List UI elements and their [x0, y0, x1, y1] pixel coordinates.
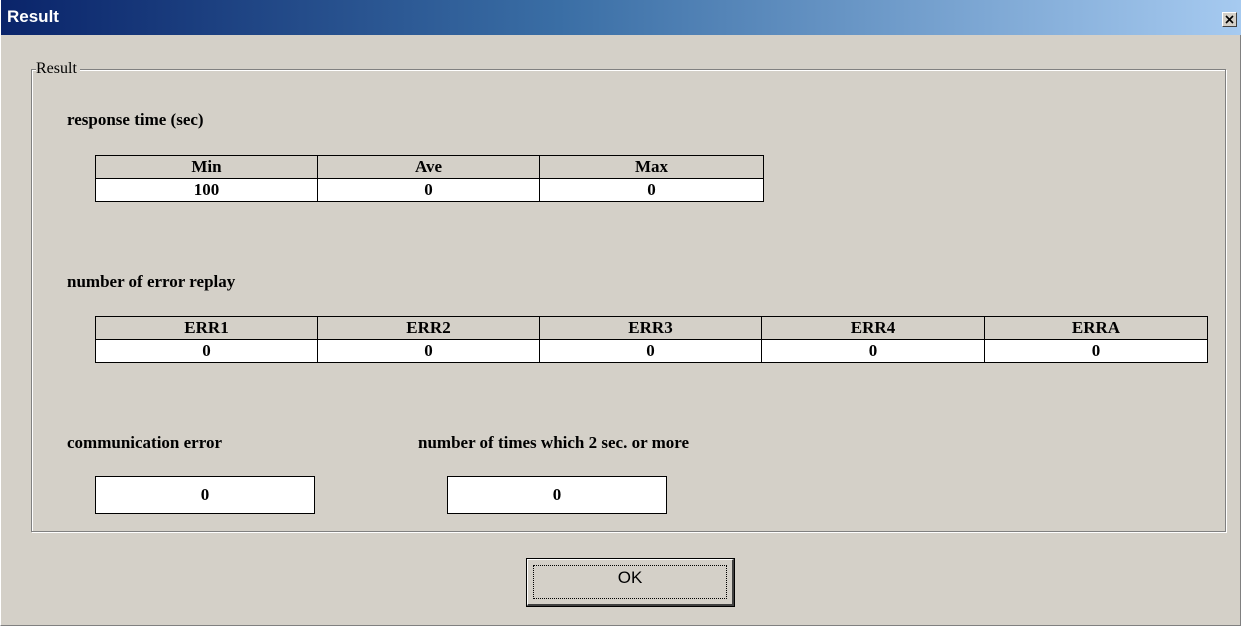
groupbox-legend: Result	[36, 60, 80, 78]
response-time-label: response time (sec)	[67, 110, 204, 129]
column-header-min: Min	[95, 155, 318, 179]
ok-button-label: OK	[617, 568, 643, 587]
error-replay-table: ERR1 ERR2 ERR3 ERR4 ERRA 0 0 0 0 0	[95, 316, 1208, 363]
column-header-err1: ERR1	[95, 316, 318, 340]
slow-response-count-label: number of times which 2 sec. or more	[418, 433, 690, 452]
column-header-err3: ERR3	[539, 316, 762, 340]
column-header-ave: Ave	[317, 155, 540, 179]
result-groupbox	[31, 69, 1226, 532]
value-err3: 0	[539, 339, 762, 363]
column-header-err4: ERR4	[761, 316, 985, 340]
close-icon	[1225, 15, 1234, 24]
value-erra: 0	[984, 339, 1208, 363]
value-err4: 0	[761, 339, 985, 363]
value-min: 100	[95, 178, 318, 202]
window-title: Result	[7, 7, 59, 26]
value-err2: 0	[317, 339, 540, 363]
column-header-err2: ERR2	[317, 316, 540, 340]
column-header-erra: ERRA	[984, 316, 1208, 340]
communication-error-value: 0	[95, 476, 315, 514]
result-dialog: Result Result response time (sec) Min Av…	[0, 0, 1241, 626]
response-time-table: Min Ave Max 100 0 0	[95, 155, 764, 202]
value-err1: 0	[95, 339, 318, 363]
table-value-row: 100 0 0	[95, 178, 764, 202]
slow-response-count-value: 0	[447, 476, 667, 514]
close-button[interactable]	[1222, 12, 1237, 27]
ok-button[interactable]: OK	[526, 558, 735, 607]
title-bar[interactable]: Result	[1, 0, 1241, 35]
table-header-row: Min Ave Max	[95, 155, 764, 179]
value-ave: 0	[317, 178, 540, 202]
error-replay-label: number of error replay	[67, 272, 236, 291]
value-max: 0	[539, 178, 764, 202]
communication-error-label: communication error	[67, 433, 223, 452]
table-header-row: ERR1 ERR2 ERR3 ERR4 ERRA	[95, 316, 1208, 340]
column-header-max: Max	[539, 155, 764, 179]
table-value-row: 0 0 0 0 0	[95, 339, 1208, 363]
